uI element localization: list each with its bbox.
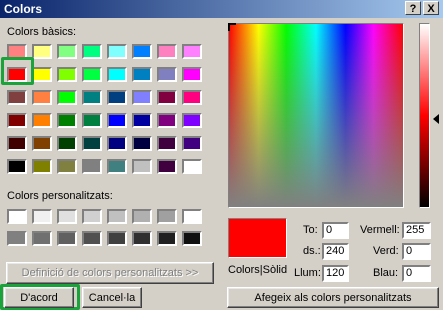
custom-color-swatch[interactable]	[57, 231, 77, 246]
basic-color-swatch[interactable]	[82, 90, 102, 105]
basic-color-swatch[interactable]	[107, 67, 127, 82]
custom-color-swatch[interactable]	[57, 209, 77, 224]
basic-color-swatch[interactable]	[107, 136, 127, 151]
basic-color-swatch[interactable]	[7, 90, 27, 105]
sat-field[interactable]: 240	[322, 243, 349, 260]
luminosity-slider[interactable]	[419, 23, 430, 208]
blue-label: Blau:	[373, 267, 399, 279]
custom-color-swatch[interactable]	[157, 209, 177, 224]
custom-colors-grid	[7, 209, 202, 253]
basic-color-swatch[interactable]	[132, 113, 152, 128]
basic-color-swatch[interactable]	[132, 136, 152, 151]
help-button[interactable]: ?	[405, 1, 421, 15]
basic-color-swatch[interactable]	[7, 113, 27, 128]
basic-color-swatch[interactable]	[32, 136, 52, 151]
sat-label: ds.:	[303, 245, 321, 257]
custom-color-swatch[interactable]	[107, 231, 127, 246]
custom-color-swatch[interactable]	[32, 209, 52, 224]
basic-color-swatch[interactable]	[82, 113, 102, 128]
spectrum-crosshair	[228, 23, 236, 31]
basic-color-swatch[interactable]	[182, 44, 202, 59]
basic-color-swatch[interactable]	[157, 113, 177, 128]
add-to-custom-colors-button[interactable]: Afegeix als colors personalitzats	[227, 287, 439, 308]
basic-color-swatch[interactable]	[57, 90, 77, 105]
basic-color-swatch[interactable]	[57, 159, 77, 174]
custom-color-swatch[interactable]	[7, 231, 27, 246]
custom-colors-label: Colors personalitzats:	[7, 190, 113, 202]
basic-color-swatch[interactable]	[182, 113, 202, 128]
custom-color-swatch[interactable]	[107, 209, 127, 224]
cancel-button[interactable]: Cancel·la	[82, 287, 142, 308]
color-solid-label: Colors|Sòlid	[228, 264, 288, 276]
basic-color-swatch[interactable]	[7, 136, 27, 151]
red-label: Vermell:	[360, 224, 400, 236]
title-bar	[0, 0, 443, 18]
basic-color-swatch[interactable]	[107, 159, 127, 174]
basic-color-swatch[interactable]	[157, 136, 177, 151]
basic-color-swatch[interactable]	[132, 159, 152, 174]
custom-color-swatch[interactable]	[82, 209, 102, 224]
basic-color-swatch[interactable]	[132, 90, 152, 105]
custom-color-swatch[interactable]	[132, 209, 152, 224]
lum-field[interactable]: 120	[322, 265, 349, 282]
basic-color-swatch[interactable]	[32, 67, 52, 82]
basic-color-swatch[interactable]	[182, 67, 202, 82]
basic-color-swatch[interactable]	[7, 159, 27, 174]
basic-color-swatch[interactable]	[82, 159, 102, 174]
lum-label: Llum:	[294, 267, 321, 279]
color-spectrum[interactable]	[228, 23, 404, 208]
basic-color-swatch[interactable]	[57, 44, 77, 59]
basic-color-swatch[interactable]	[57, 67, 77, 82]
basic-colors-grid	[7, 44, 202, 182]
basic-color-swatch[interactable]	[57, 136, 77, 151]
basic-color-swatch[interactable]	[157, 67, 177, 82]
basic-color-swatch[interactable]	[107, 90, 127, 105]
ok-button[interactable]: D'acord	[4, 287, 74, 308]
basic-color-swatch[interactable]	[107, 44, 127, 59]
hue-field[interactable]: 0	[322, 222, 349, 239]
basic-color-swatch[interactable]	[132, 67, 152, 82]
window-title: Colors	[4, 2, 43, 16]
basic-color-swatch[interactable]	[32, 159, 52, 174]
custom-color-swatch[interactable]	[182, 231, 202, 246]
blue-field[interactable]: 0	[402, 265, 431, 282]
basic-color-swatch[interactable]	[157, 159, 177, 174]
basic-color-swatch[interactable]	[82, 44, 102, 59]
basic-color-swatch[interactable]	[107, 113, 127, 128]
basic-color-swatch[interactable]	[32, 113, 52, 128]
custom-color-swatch[interactable]	[32, 231, 52, 246]
basic-color-swatch[interactable]	[32, 44, 52, 59]
custom-color-swatch[interactable]	[82, 231, 102, 246]
hue-label: To:	[303, 224, 318, 236]
basic-color-swatch[interactable]	[182, 90, 202, 105]
basic-color-swatch[interactable]	[57, 113, 77, 128]
basic-color-swatch[interactable]	[157, 90, 177, 105]
selected-swatch-highlight	[1, 57, 34, 85]
basic-color-swatch[interactable]	[32, 90, 52, 105]
color-preview	[228, 218, 287, 258]
basic-color-swatch[interactable]	[157, 44, 177, 59]
basic-colors-label: Colors bàsics:	[7, 26, 77, 38]
close-button[interactable]: X	[423, 1, 439, 15]
basic-color-swatch[interactable]	[182, 159, 202, 174]
define-custom-colors-button[interactable]: Definició de colors personalitzats >>	[6, 262, 214, 284]
custom-color-swatch[interactable]	[182, 209, 202, 224]
red-field[interactable]: 255	[402, 222, 431, 239]
basic-color-swatch[interactable]	[132, 44, 152, 59]
basic-color-swatch[interactable]	[82, 136, 102, 151]
luminosity-arrow-icon[interactable]	[433, 114, 439, 124]
basic-color-swatch[interactable]	[82, 67, 102, 82]
custom-color-swatch[interactable]	[7, 209, 27, 224]
basic-color-swatch[interactable]	[182, 136, 202, 151]
green-label: Verd:	[373, 245, 399, 257]
green-field[interactable]: 0	[402, 243, 431, 260]
custom-color-swatch[interactable]	[157, 231, 177, 246]
custom-color-swatch[interactable]	[132, 231, 152, 246]
